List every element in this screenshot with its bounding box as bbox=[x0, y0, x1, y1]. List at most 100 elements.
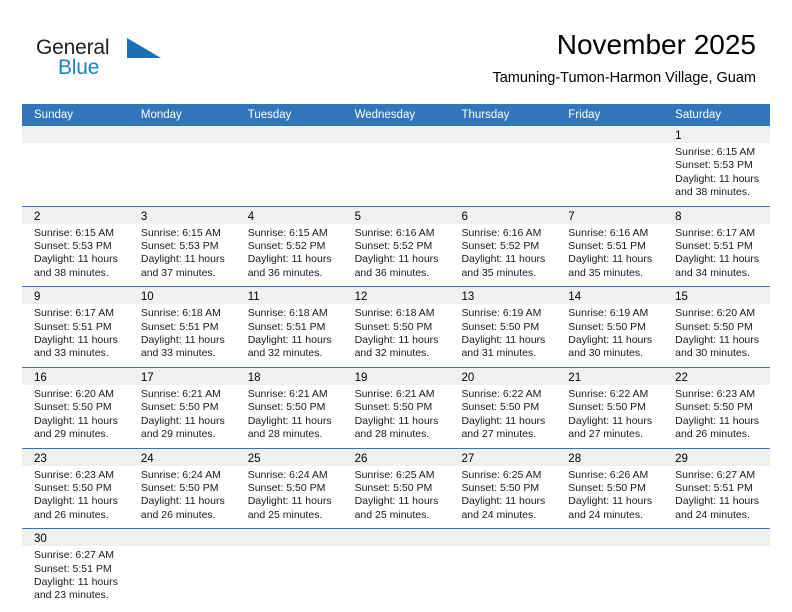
calendar-day-cell[interactable]: 28 Sunrise: 6:26 AM Sunset: 5:50 PM Dayligh… bbox=[556, 448, 664, 529]
calendar-day-cell[interactable]: 12 Sunrise: 6:18 AM Sunset: 5:50 PM Dayligh… bbox=[342, 287, 450, 367]
day-details: Sunrise: 6:27 AM Sunset: 5:51 PM Daylight:… bbox=[22, 546, 129, 609]
sunset-text: Sunset: 5:51 PM bbox=[247, 320, 326, 333]
sunrise-text: Sunrise: 6:22 AM bbox=[568, 387, 649, 400]
day-details: Sunrise: 6:19 AM Sunset: 5:50 PM Daylight:… bbox=[449, 304, 556, 367]
brand-logo[interactable]: General Blue bbox=[36, 36, 216, 84]
day-number-band: 4 bbox=[235, 206, 343, 224]
sunset-text: Sunset: 5:50 PM bbox=[568, 481, 646, 494]
day-details: Sunrise: 6:20 AM Sunset: 5:50 PM Daylight:… bbox=[663, 304, 770, 367]
calendar-day-cell[interactable]: 25 Sunrise: 6:24 AM Sunset: 5:50 PM Dayligh… bbox=[235, 448, 343, 529]
day-number: 5 bbox=[354, 210, 361, 223]
daylight-text-line2: and 33 minutes. bbox=[140, 347, 216, 360]
calendar-day-cell[interactable]: 19 Sunrise: 6:21 AM Sunset: 5:50 PM Dayligh… bbox=[342, 367, 450, 448]
weekday-header-friday: Friday bbox=[568, 109, 601, 121]
calendar-day-cell-empty bbox=[235, 529, 343, 609]
day-number-band bbox=[342, 529, 450, 547]
daylight-text-line2: and 29 minutes. bbox=[140, 428, 216, 441]
day-number: 11 bbox=[247, 291, 260, 304]
daylight-text-line2: and 35 minutes. bbox=[568, 266, 644, 279]
calendar-day-cell[interactable]: 5 Sunrise: 6:16 AM Sunset: 5:52 PM Daylight… bbox=[342, 206, 450, 287]
sunset-text: Sunset: 5:51 PM bbox=[34, 320, 112, 333]
sunset-text: Sunset: 5:50 PM bbox=[247, 481, 326, 494]
calendar-day-cell[interactable]: 27 Sunrise: 6:25 AM Sunset: 5:50 PM Dayligh… bbox=[449, 448, 557, 529]
sunrise-text: Sunrise: 6:19 AM bbox=[461, 307, 542, 320]
calendar-day-cell[interactable]: 6 Sunrise: 6:16 AM Sunset: 5:52 PM Daylight… bbox=[449, 206, 557, 287]
calendar-day-cell[interactable]: 17 Sunrise: 6:21 AM Sunset: 5:50 PM Dayligh… bbox=[128, 367, 236, 448]
day-number: 29 bbox=[675, 452, 688, 465]
calendar-page: General Blue November 2025 Tamuning-Tumo… bbox=[0, 0, 792, 612]
day-number-band: 17 bbox=[128, 367, 236, 385]
sunset-text: Sunset: 5:51 PM bbox=[34, 562, 112, 575]
day-number: 8 bbox=[675, 210, 682, 223]
sunrise-text: Sunrise: 6:26 AM bbox=[568, 468, 649, 481]
calendar-day-cell[interactable]: 30 Sunrise: 6:27 AM Sunset: 5:51 PM Dayligh… bbox=[22, 529, 129, 609]
calendar-day-cell[interactable]: 1 Sunrise: 6:15 AM Sunset: 5:53 PM Daylight… bbox=[663, 126, 771, 206]
day-details: Sunrise: 6:16 AM Sunset: 5:52 PM Daylight:… bbox=[449, 224, 556, 287]
calendar-week-row: 23 Sunrise: 6:23 AM Sunset: 5:50 PM Dayligh… bbox=[22, 447, 771, 529]
day-details: Sunrise: 6:22 AM Sunset: 5:50 PM Daylight:… bbox=[556, 385, 663, 448]
calendar-day-cell[interactable]: 15 Sunrise: 6:20 AM Sunset: 5:50 PM Dayligh… bbox=[663, 287, 771, 367]
calendar-day-cell[interactable]: 7 Sunrise: 6:16 AM Sunset: 5:51 PM Daylight… bbox=[556, 206, 664, 287]
calendar-day-cell[interactable]: 11 Sunrise: 6:18 AM Sunset: 5:51 PM Dayligh… bbox=[235, 287, 343, 367]
day-number-band: 12 bbox=[342, 287, 450, 305]
sunrise-text: Sunrise: 6:16 AM bbox=[568, 226, 649, 239]
calendar-day-cell[interactable]: 16 Sunrise: 6:20 AM Sunset: 5:50 PM Dayligh… bbox=[22, 367, 129, 448]
calendar-day-cell[interactable]: 14 Sunrise: 6:19 AM Sunset: 5:50 PM Dayligh… bbox=[556, 287, 664, 367]
daylight-text-line2: and 26 minutes. bbox=[140, 508, 216, 521]
daylight-text-line1: Daylight: 11 hours bbox=[354, 253, 439, 266]
day-details: Sunrise: 6:24 AM Sunset: 5:50 PM Daylight:… bbox=[129, 466, 236, 529]
sunrise-text: Sunrise: 6:15 AM bbox=[34, 226, 114, 239]
calendar-day-cell[interactable]: 20 Sunrise: 6:22 AM Sunset: 5:50 PM Dayligh… bbox=[449, 367, 557, 448]
sunrise-text: Sunrise: 6:15 AM bbox=[247, 226, 328, 239]
day-number-band: 27 bbox=[449, 448, 557, 466]
calendar-weeks: 1 Sunrise: 6:15 AM Sunset: 5:53 PM Daylight… bbox=[22, 126, 771, 609]
sunset-text: Sunset: 5:50 PM bbox=[140, 401, 219, 414]
calendar-day-cell[interactable]: 22 Sunrise: 6:23 AM Sunset: 5:50 PM Dayligh… bbox=[663, 367, 771, 448]
sunrise-text: Sunrise: 6:21 AM bbox=[140, 387, 221, 400]
calendar-day-cell[interactable]: 21 Sunrise: 6:22 AM Sunset: 5:50 PM Dayligh… bbox=[556, 367, 664, 448]
calendar-day-cell[interactable]: 18 Sunrise: 6:21 AM Sunset: 5:50 PM Dayligh… bbox=[235, 367, 343, 448]
sunset-text: Sunset: 5:50 PM bbox=[461, 481, 540, 494]
daylight-text-line2: and 24 minutes. bbox=[461, 508, 537, 521]
calendar-day-cell-empty bbox=[342, 529, 450, 609]
day-number: 14 bbox=[568, 291, 582, 304]
day-number-band: 20 bbox=[449, 367, 557, 385]
calendar-day-cell[interactable]: 10 Sunrise: 6:18 AM Sunset: 5:51 PM Dayligh… bbox=[128, 287, 236, 367]
daylight-text-line2: and 27 minutes. bbox=[568, 428, 644, 441]
calendar-day-cell[interactable]: 24 Sunrise: 6:24 AM Sunset: 5:50 PM Dayligh… bbox=[128, 448, 236, 529]
calendar-day-cell[interactable]: 9 Sunrise: 6:17 AM Sunset: 5:51 PM Daylight… bbox=[22, 287, 129, 367]
daylight-text-line1: Daylight: 11 hours bbox=[354, 414, 439, 427]
daylight-text-line1: Daylight: 11 hours bbox=[247, 253, 332, 266]
sunrise-text: Sunrise: 6:17 AM bbox=[34, 307, 114, 320]
day-number-band: 1 bbox=[663, 126, 771, 143]
day-number: 19 bbox=[354, 371, 368, 384]
day-details: Sunrise: 6:21 AM Sunset: 5:50 PM Daylight:… bbox=[129, 385, 236, 448]
calendar-day-cell[interactable]: 2 Sunrise: 6:15 AM Sunset: 5:53 PM Daylight… bbox=[22, 206, 129, 287]
calendar-day-cell[interactable]: 4 Sunrise: 6:15 AM Sunset: 5:52 PM Daylight… bbox=[235, 206, 343, 287]
sunset-text: Sunset: 5:51 PM bbox=[140, 320, 219, 333]
calendar-day-cell[interactable]: 13 Sunrise: 6:19 AM Sunset: 5:50 PM Dayligh… bbox=[449, 287, 557, 367]
day-number-band: 21 bbox=[556, 367, 664, 385]
day-number: 9 bbox=[34, 291, 41, 304]
sunset-text: Sunset: 5:52 PM bbox=[354, 240, 433, 253]
calendar-day-cell[interactable]: 26 Sunrise: 6:25 AM Sunset: 5:50 PM Dayligh… bbox=[342, 448, 450, 529]
calendar-week-row: 9 Sunrise: 6:17 AM Sunset: 5:51 PM Daylight… bbox=[22, 286, 771, 367]
daylight-text-line1: Daylight: 11 hours bbox=[34, 495, 118, 508]
daylight-text-line2: and 27 minutes. bbox=[461, 428, 537, 441]
sunrise-text: Sunrise: 6:16 AM bbox=[461, 226, 542, 239]
day-details: Sunrise: 6:20 AM Sunset: 5:50 PM Daylight:… bbox=[22, 385, 129, 448]
daylight-text-line2: and 30 minutes. bbox=[568, 347, 644, 360]
daylight-text-line1: Daylight: 11 hours bbox=[461, 253, 546, 266]
calendar-day-cell[interactable]: 23 Sunrise: 6:23 AM Sunset: 5:50 PM Dayligh… bbox=[22, 448, 129, 529]
day-number-band bbox=[128, 529, 236, 547]
daylight-text-line1: Daylight: 11 hours bbox=[34, 334, 118, 347]
calendar-day-cell[interactable]: 8 Sunrise: 6:17 AM Sunset: 5:51 PM Daylight… bbox=[663, 206, 771, 287]
calendar-day-cell[interactable]: 3 Sunrise: 6:15 AM Sunset: 5:53 PM Daylight… bbox=[128, 206, 236, 287]
calendar-day-cell-empty bbox=[556, 126, 664, 206]
day-details: Sunrise: 6:15 AM Sunset: 5:52 PM Daylight:… bbox=[236, 224, 343, 287]
sunset-text: Sunset: 5:50 PM bbox=[354, 401, 433, 414]
calendar-day-cell[interactable]: 29 Sunrise: 6:27 AM Sunset: 5:51 PM Dayligh… bbox=[663, 448, 771, 529]
day-number-band: 24 bbox=[128, 448, 236, 466]
day-number-band bbox=[556, 126, 664, 143]
sunset-text: Sunset: 5:51 PM bbox=[675, 240, 753, 253]
